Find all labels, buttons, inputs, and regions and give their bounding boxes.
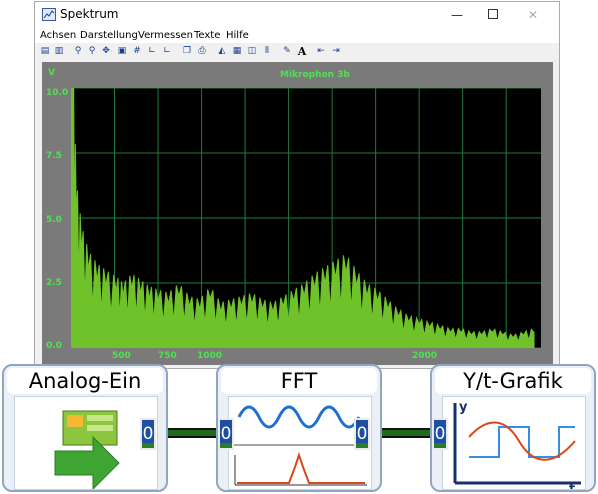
port-value: 0 [356, 424, 368, 444]
y-tick: 10.0 [46, 88, 69, 98]
port-value: 0 [434, 424, 446, 444]
output-port[interactable]: 0 [354, 418, 370, 450]
axis-icon[interactable]: ∟ [146, 46, 158, 57]
menu-texte[interactable]: Texte [194, 29, 220, 43]
input-port[interactable]: 0 [218, 418, 234, 450]
svg-text:t: t [569, 482, 575, 489]
maximize-icon [488, 9, 498, 19]
left-icon[interactable]: ⇤ [315, 46, 327, 57]
title-bar[interactable]: Spektrum — ✕ [35, 2, 559, 29]
block-yt-grafik[interactable]: Y/t-Grafik y t 0 [430, 364, 596, 494]
close-button[interactable]: ✕ [515, 2, 551, 29]
y-unit-label: V [48, 68, 55, 78]
svg-text:y: y [459, 400, 468, 415]
chart3-icon[interactable]: ◫ [246, 46, 258, 57]
table-icon[interactable]: ▤ [39, 46, 51, 57]
block-title: Y/t-Grafik [435, 368, 591, 394]
plot-panel: V Mikrophon 3b 10.0 7.5 5.0 2.5 0.0 500 … [42, 62, 553, 365]
menu-achsen[interactable]: Achsen [40, 29, 76, 43]
zoom-out-icon[interactable]: ⚲ [86, 46, 98, 57]
plot-title: Mikrophon 3b [280, 70, 350, 80]
port-value: 0 [142, 424, 154, 444]
yt-grafik-icon: y t [442, 396, 586, 494]
output-port[interactable]: 0 [140, 418, 156, 450]
analog-ein-icon [14, 396, 158, 491]
window-title: Spektrum [60, 7, 119, 21]
chart-icon[interactable]: ◭ [216, 46, 228, 57]
y-tick: 2.5 [46, 278, 62, 288]
x-tick: 2000 [412, 351, 438, 361]
menu-vermessen[interactable]: Vermessen [138, 29, 193, 43]
zoom-in-icon[interactable]: ⚲ [72, 46, 84, 57]
bars-icon[interactable]: ⦀ [261, 46, 273, 57]
app-icon [42, 8, 56, 21]
print-icon[interactable]: ⎙ [196, 46, 208, 57]
block-analog-ein[interactable]: Analog-Ein 0 [2, 364, 168, 492]
grid-icon[interactable]: # [131, 46, 143, 57]
port-value: 0 [220, 424, 232, 444]
y-tick: 0.0 [46, 341, 62, 351]
minimize-icon: — [451, 8, 463, 22]
y-tick: 7.5 [46, 151, 62, 161]
move-icon[interactable]: ✥ [100, 46, 112, 57]
block-fft[interactable]: FFT 0 0 [216, 364, 382, 492]
block-title: Analog-Ein [7, 368, 163, 394]
x-tick: 500 [112, 351, 131, 361]
menu-bar: Achsen Darstellung Vermessen Texte Hilfe [35, 29, 559, 43]
right-icon[interactable]: ⇥ [330, 46, 342, 57]
table2-icon[interactable]: ▥ [53, 46, 65, 57]
text-icon[interactable]: A [296, 46, 308, 57]
menu-darstellung[interactable]: Darstellung [80, 29, 138, 43]
fft-icon [228, 396, 372, 490]
spektrum-window: Spektrum — ✕ Achsen Darstellung Vermesse… [34, 1, 560, 369]
menu-hilfe[interactable]: Hilfe [226, 29, 249, 43]
block-title: FFT [221, 368, 377, 394]
toolbar: ▤ ▥ ⚲ ⚲ ✥ ▣ # ∟ ∟ ❐ ⎙ ◭ ▦ ◫ ⦀ ✎ A ⇤ ⇥ [35, 44, 559, 61]
x-tick: 750 [158, 351, 177, 361]
analog-input-icon [54, 410, 120, 491]
maximize-button[interactable] [475, 2, 511, 29]
y-tick: 5.0 [46, 215, 62, 225]
chart2-icon[interactable]: ▦ [231, 46, 243, 57]
wire-2 [382, 428, 430, 438]
axis2-icon[interactable]: ∟ [161, 46, 173, 57]
minimize-button[interactable]: — [439, 2, 475, 29]
yt-graph-icon: y t [453, 400, 581, 494]
close-icon: ✕ [527, 8, 539, 22]
input-port[interactable]: 0 [432, 418, 448, 450]
wire-1 [168, 428, 216, 438]
copy-icon[interactable]: ❐ [181, 46, 193, 57]
spectrum-plot[interactable] [71, 88, 541, 348]
brush-icon[interactable]: ✎ [281, 46, 293, 57]
save-icon[interactable]: ▣ [116, 46, 128, 57]
fft-graph-icon [233, 405, 367, 486]
x-tick: 1000 [197, 351, 223, 361]
